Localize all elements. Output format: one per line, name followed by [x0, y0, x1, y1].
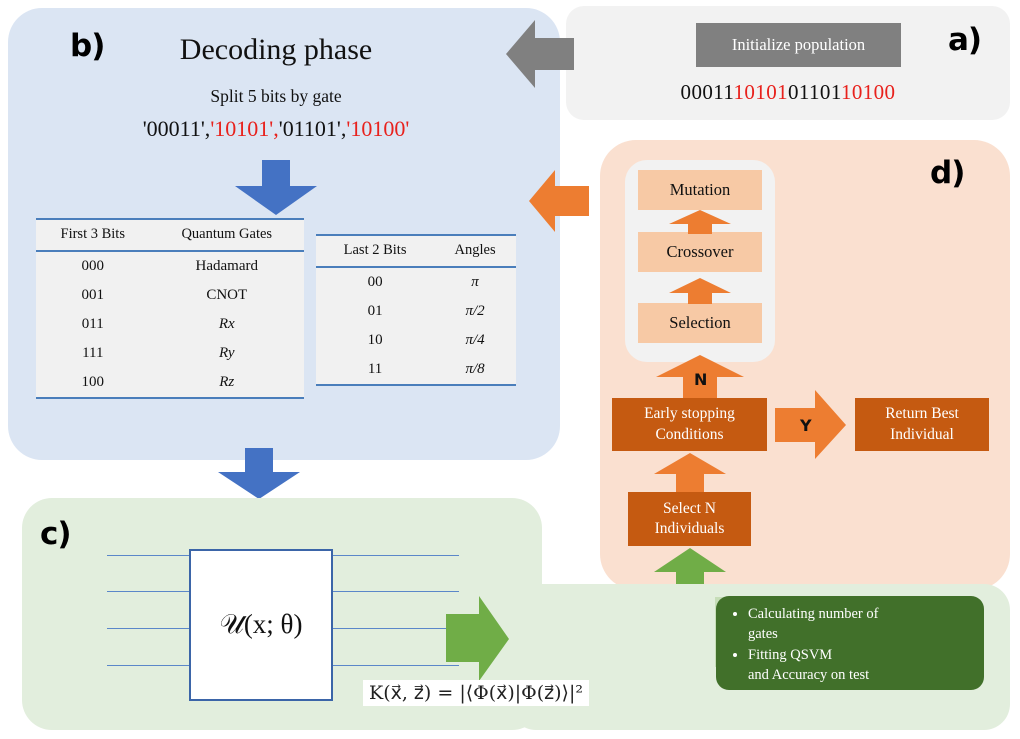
cell-gate: Ry — [218, 345, 235, 361]
box-return-best-individual[interactable]: Return Best Individual — [855, 398, 989, 451]
return-best-line2: Individual — [890, 425, 954, 443]
blue-arrow-b-to-c-icon — [215, 448, 303, 500]
cell-bits: 011 — [81, 316, 104, 332]
select-n-line2: Individuals — [654, 520, 725, 537]
panel-c-letter: c) — [40, 516, 72, 552]
box-early-stopping-conditions[interactable]: Early stopping Conditions — [612, 398, 767, 451]
ga-box-mutation[interactable]: Mutation — [638, 170, 762, 210]
cell-angle: π/2 — [465, 303, 485, 319]
table-row: 000 Hadamard — [36, 251, 304, 281]
split-bit-2: '01101', — [278, 116, 347, 141]
gray-arrow-left-icon — [505, 18, 575, 95]
split-bit-0: '00011', — [142, 116, 211, 141]
table-row: 11 π/8 — [316, 355, 516, 385]
ga-box-selection[interactable]: Selection — [638, 303, 762, 343]
cell-bits: 01 — [367, 303, 383, 319]
qubit-wire-in-3 — [107, 665, 192, 666]
branch-label-y: Y — [800, 416, 812, 435]
detail-b1-l1: Calculating number of — [748, 606, 879, 622]
qubit-wire-in-1 — [107, 591, 192, 592]
table-row: 00 π — [316, 267, 516, 297]
bit-seg-1: 10101 — [733, 80, 788, 104]
kernel-formula: K(x⃗, z⃗) = |⟨Φ(x⃗)|Φ(z⃗)⟩|² — [363, 680, 589, 706]
split-bit-1: '10101', — [210, 116, 279, 141]
panel-b-subtitle: Split 5 bits by gate — [210, 86, 342, 106]
detail-b2-l2: and Accuracy on test — [748, 666, 870, 683]
table-first3bits-gates: First 3 Bits Quantum Gates 000 Hadamard … — [36, 218, 304, 399]
blue-arrow-down-icon — [232, 160, 320, 216]
table-row: 01 π/2 — [316, 297, 516, 326]
unitary-label: 𝒰(x; θ) — [219, 609, 303, 639]
split-bit-3: '10100' — [346, 116, 410, 141]
cell-bits: 000 — [81, 258, 105, 274]
early-stopping-line1: Early stopping — [644, 405, 735, 423]
select-n-line1: Select N — [663, 499, 716, 517]
table-row: 011 Rx — [36, 310, 304, 339]
qubit-wire-out-2 — [329, 628, 459, 629]
table-row: 100 Rz — [36, 368, 304, 398]
th-last2bits: Last 2 Bits — [343, 242, 407, 258]
unitary-gate-box: 𝒰(x; θ) — [189, 549, 333, 701]
cell-gate: CNOT — [206, 287, 248, 303]
cell-angle: π — [471, 274, 479, 290]
list-item: Calculating number of gates — [748, 605, 974, 644]
cell-bits: 100 — [81, 374, 105, 390]
early-stopping-line2: Conditions — [655, 425, 724, 443]
th-first3bits: First 3 Bits — [60, 226, 125, 242]
cell-bits: 10 — [367, 332, 383, 348]
cell-bits: 11 — [367, 361, 383, 377]
cell-bits: 00 — [367, 274, 383, 290]
cell-angle: π/8 — [465, 361, 485, 377]
panel-a-letter: a) — [948, 22, 982, 58]
population-bitstring: 00011101010110110100 — [566, 80, 1010, 105]
bit-seg-2: 01101 — [788, 80, 841, 104]
panel-b-title: Decoding phase — [179, 33, 373, 66]
qubit-wire-out-3 — [329, 665, 459, 666]
bit-seg-0: 00011 — [680, 80, 734, 104]
detail-b2-l1: Fitting QSVM — [748, 647, 833, 664]
orange-arrow-left-d-to-b-icon — [528, 168, 590, 239]
cell-bits: 111 — [82, 345, 104, 361]
qubit-wire-out-1 — [329, 591, 459, 592]
th-angles: Angles — [454, 242, 496, 258]
cell-angle: π/4 — [465, 332, 485, 348]
panel-b-split-bits: '00011','10101','01101','10100' — [0, 116, 552, 142]
table-row: 10 π/4 — [316, 326, 516, 355]
cell-bits: 001 — [81, 287, 105, 303]
branch-label-n: N — [694, 370, 708, 389]
cell-gate: Rz — [219, 374, 235, 390]
box-select-n-individuals[interactable]: Select N Individuals — [628, 492, 751, 546]
orange-arrow-up-crossover-to-mutation-icon — [668, 210, 732, 239]
cell-gate: Hadamard — [195, 258, 258, 274]
panel-a-initialize: Initialize population 000111010101101101… — [566, 6, 1010, 120]
table-row: 001 CNOT — [36, 281, 304, 310]
bit-seg-3: 10100 — [840, 80, 896, 104]
return-best-line1: Return Best — [885, 405, 959, 423]
fitness-details-box: Calculating number of gates Fitting QSVM… — [716, 596, 984, 690]
table-row: 111 Ry — [36, 339, 304, 368]
green-arrow-right-circuit-to-eval-icon — [446, 596, 510, 687]
qubit-wire-out-0 — [329, 555, 459, 556]
cell-gate: Rx — [218, 316, 235, 332]
orange-arrow-up-selection-to-crossover-icon — [668, 278, 732, 309]
list-item: Fitting QSVM and Accuracy on test — [748, 646, 974, 685]
qubit-wire-in-2 — [107, 628, 192, 629]
qubit-wire-in-0 — [107, 555, 192, 556]
table-last2bits-angles: Last 2 Bits Angles 00 π 01 π/2 10 π/4 11… — [316, 234, 516, 386]
th-quantumgates: Quantum Gates — [181, 226, 273, 242]
panel-d-letter: d) — [930, 155, 965, 191]
initialize-population-button[interactable]: Initialize population — [696, 23, 901, 67]
detail-b1-l2: gates — [748, 625, 778, 642]
